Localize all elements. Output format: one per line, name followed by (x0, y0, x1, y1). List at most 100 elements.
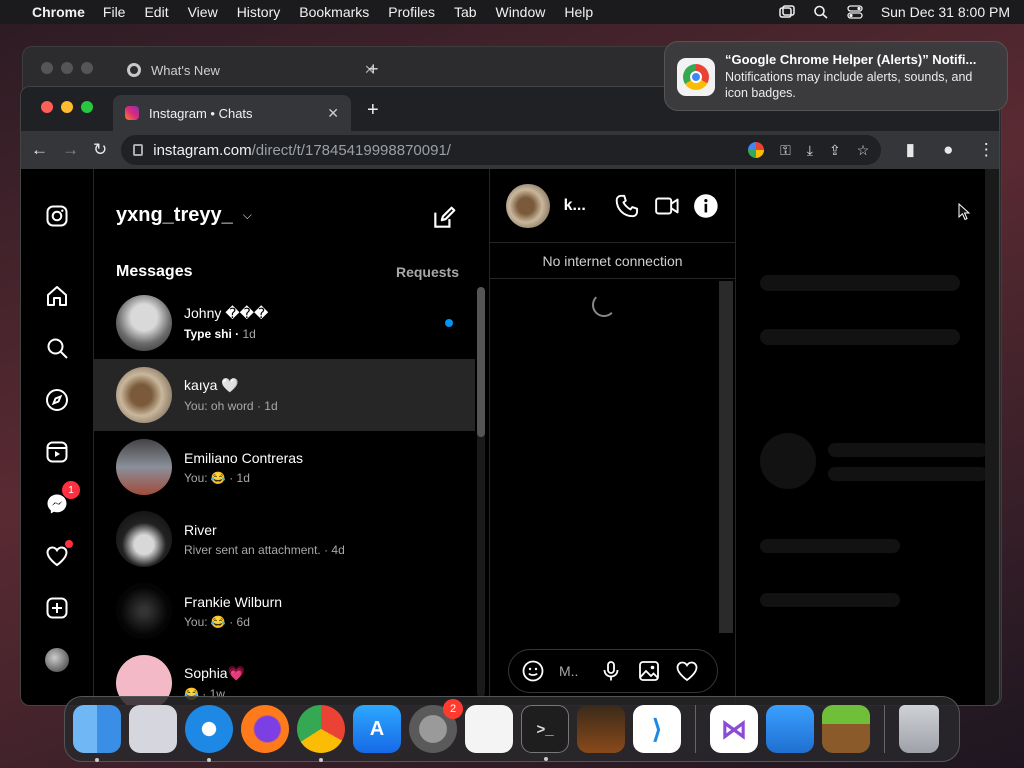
chat-name: River (184, 521, 217, 538)
chevron-down-icon[interactable]: ⌵ (243, 208, 252, 223)
share-icon[interactable]: ⇪ (829, 142, 841, 159)
profile-avatar[interactable] (44, 647, 70, 673)
terminal-icon[interactable]: >_ (521, 705, 569, 761)
mouse-pointer-icon (958, 203, 970, 221)
chat-item-emiliano[interactable]: Emiliano Contreras You: 😂 · 1d (94, 431, 475, 503)
message-composer[interactable]: M.. (508, 649, 718, 693)
new-tab-plus-icon[interactable]: + (368, 59, 379, 80)
compose-message-icon[interactable] (431, 205, 457, 231)
messenger-icon[interactable]: 1 (44, 481, 80, 517)
active-tab[interactable]: Instagram • Chats ✕ (113, 95, 351, 131)
app-store-icon[interactable]: A (353, 705, 401, 753)
messenger-unread-badge: 1 (62, 481, 80, 499)
trash-icon[interactable] (899, 705, 939, 753)
vscode-icon[interactable]: ⟩ (633, 705, 681, 753)
profile-icon[interactable]: ● (937, 140, 959, 160)
avatar[interactable] (506, 183, 550, 228)
chat-item-johny[interactable]: Johny ��� Type shi · 1d (94, 287, 475, 359)
address-bar[interactable]: instagram.com /direct/t/1784541999887009… (121, 135, 882, 165)
chat-item-river[interactable]: River River sent an attachment. · 4d (94, 503, 475, 575)
menu-tab[interactable]: Tab (454, 4, 477, 20)
textedit-icon[interactable] (465, 705, 513, 753)
firefox-icon[interactable] (241, 705, 289, 753)
chrome-icon[interactable] (297, 705, 345, 762)
info-icon[interactable] (693, 193, 719, 219)
menu-window[interactable]: Window (496, 4, 546, 20)
messages-title: Messages (116, 263, 193, 280)
reload-icon[interactable]: ↻ (93, 140, 107, 160)
chat-item-kaiya[interactable]: kaıya 🤍 You: oh word · 1d (94, 359, 475, 431)
spotlight-search-icon[interactable] (813, 5, 829, 19)
account-username[interactable]: yxng_treyy_ (116, 204, 233, 227)
chat-preview-row: You: 😂 · 1d (184, 470, 250, 485)
menu-help[interactable]: Help (564, 4, 593, 20)
google-lens-icon[interactable] (748, 141, 765, 158)
visual-studio-icon[interactable]: ⋈ (710, 705, 758, 753)
control-center-icon[interactable] (847, 5, 863, 19)
chat-item-frankie[interactable]: Frankie Wilburn You: 😂 · 6d (94, 575, 475, 647)
notifications-heart-icon[interactable] (44, 540, 73, 569)
menu-edit[interactable]: Edit (144, 4, 168, 20)
new-tab-plus-icon[interactable]: + (367, 99, 379, 122)
lock-icon[interactable] (133, 144, 144, 156)
garageband-icon[interactable] (577, 705, 625, 753)
microphone-icon[interactable] (599, 659, 623, 683)
phone-call-icon[interactable] (614, 193, 640, 219)
system-notification[interactable]: “Google Chrome Helper (Alerts)” Notifi..… (664, 41, 1008, 111)
video-call-icon[interactable] (654, 193, 680, 219)
finder-icon[interactable] (73, 705, 121, 762)
weather-icon[interactable] (766, 705, 814, 753)
launchpad-icon[interactable] (129, 705, 177, 753)
window-scrollbar[interactable] (985, 169, 999, 705)
background-tab[interactable]: What's New ✕ (127, 55, 375, 85)
system-settings-icon[interactable]: 2 (409, 699, 463, 753)
safari-icon[interactable] (185, 705, 233, 762)
skeleton-line (760, 329, 960, 345)
window-switcher-icon[interactable] (779, 5, 795, 19)
minimize-window-button[interactable] (61, 101, 73, 113)
message-input[interactable]: M.. (559, 663, 585, 679)
emoji-icon[interactable] (521, 659, 545, 683)
instagram-logo-icon[interactable] (44, 203, 70, 229)
image-upload-icon[interactable] (637, 659, 661, 683)
forward-arrow-icon[interactable]: → (62, 140, 79, 160)
background-tab-title: What's New (151, 62, 220, 78)
menu-view[interactable]: View (188, 4, 218, 20)
side-panel-icon[interactable]: ▮ (899, 140, 921, 160)
instagram-app: 1 yxng_treyy_ ⌵ Messages Requests Johny … (21, 169, 999, 705)
zoom-window-button[interactable] (81, 101, 93, 113)
close-tab-icon[interactable]: ✕ (327, 105, 339, 122)
chat-preview: Type shi (184, 327, 232, 341)
menu-history[interactable]: History (237, 4, 281, 20)
skeleton-avatar (760, 433, 816, 489)
menu-app-name[interactable]: Chrome (32, 4, 85, 20)
minecraft-icon[interactable] (822, 705, 870, 753)
close-window-button[interactable] (41, 101, 53, 113)
requests-link[interactable]: Requests (396, 264, 459, 280)
conversation-name[interactable]: k... (564, 197, 586, 215)
conversation-scrollbar[interactable] (719, 281, 733, 633)
url-path: /direct/t/17845419998870091/ (251, 141, 451, 159)
menu-bookmarks[interactable]: Bookmarks (299, 4, 369, 20)
create-plus-icon[interactable] (44, 595, 70, 621)
chrome-window: Instagram • Chats ✕ + ← → ↻ instagram.co… (20, 86, 1000, 706)
install-app-icon[interactable]: ⤓ (807, 142, 813, 159)
key-icon[interactable]: ⚿ (780, 142, 791, 159)
more-menu-icon[interactable]: ⋮ (975, 140, 997, 160)
reels-icon[interactable] (44, 439, 70, 465)
chat-preview-row: River sent an attachment. · 4d (184, 542, 345, 557)
details-panel (736, 169, 999, 705)
chat-list: Johny ��� Type shi · 1d kaıya 🤍 You: oh … (94, 287, 475, 705)
menu-clock[interactable]: Sun Dec 31 8:00 PM (881, 4, 1010, 20)
search-icon[interactable] (44, 335, 70, 361)
menu-file[interactable]: File (103, 4, 126, 20)
home-icon[interactable] (44, 283, 70, 309)
menu-profiles[interactable]: Profiles (388, 4, 435, 20)
chat-list-scrollbar[interactable] (477, 287, 485, 697)
back-arrow-icon[interactable]: ← (31, 140, 48, 160)
dock-separator (695, 705, 696, 753)
like-heart-icon[interactable] (675, 659, 699, 683)
explore-compass-icon[interactable] (44, 387, 70, 413)
bookmark-star-icon[interactable]: ☆ (857, 142, 870, 159)
background-window-controls (41, 62, 93, 74)
